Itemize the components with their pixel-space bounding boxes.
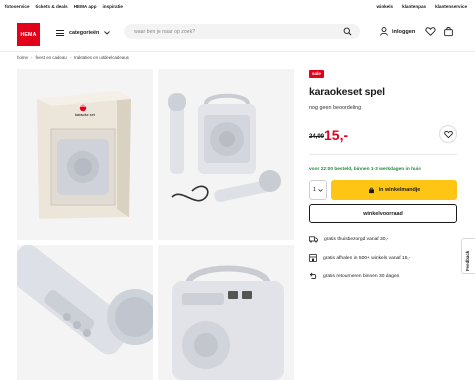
rating-text[interactable]: nog geen beoordeling — [309, 105, 361, 111]
karaoke-set-illustration — [168, 93, 281, 202]
topbar-link-klantenservice[interactable]: klantenservice — [435, 4, 467, 9]
usp-text: gratis thuisbezorgd vanaf 30,- — [324, 237, 389, 242]
logo-text: HEMA — [20, 31, 37, 38]
shopping-bag-icon — [368, 187, 374, 193]
store-stock-button[interactable]: winkelvoorraad — [309, 204, 457, 223]
karaoke-box-illustration — [37, 91, 131, 219]
hamburger-icon — [56, 30, 64, 36]
usp-item: gratis thuisbezorgd vanaf 30,- — [309, 236, 388, 243]
user-icon — [380, 27, 388, 36]
login-label: inloggen — [392, 28, 416, 35]
feedback-label: Feedback — [465, 250, 470, 271]
search-input[interactable] — [134, 24, 334, 39]
topbar-link-winkels[interactable]: winkels — [376, 4, 393, 9]
return-icon — [309, 272, 317, 280]
feedback-tab[interactable]: Feedback — [461, 238, 475, 274]
breadcrumb: home › feest en cadeau › traktaties en u… — [17, 55, 129, 60]
speaker-closeup-illustration — [172, 265, 284, 380]
hema-logo[interactable]: HEMA — [17, 23, 40, 46]
sale-price: 15,- — [324, 127, 349, 143]
heart-icon — [444, 130, 453, 139]
divider — [309, 154, 457, 155]
topbar-link-hema-app[interactable]: HEMA app — [74, 4, 97, 9]
product-image-box[interactable]: karaoke set HEMA — [17, 69, 153, 240]
top-bar: fotoservice tickets & deals HEMA app ins… — [0, 0, 475, 14]
product-title: karaokeset spel — [309, 86, 385, 98]
topbar-link-tickets-deals[interactable]: tickets & deals — [36, 4, 68, 9]
topbar-link-fotoservice[interactable]: fotoservice — [5, 4, 30, 9]
heart-icon[interactable] — [425, 26, 436, 37]
usp-item: gratis retourneren binnen 30 dagen — [309, 272, 399, 280]
truck-icon — [309, 236, 318, 243]
favorite-button[interactable] — [439, 125, 457, 143]
search-icon[interactable] — [343, 27, 352, 36]
microphone-closeup-illustration — [17, 245, 153, 355]
old-price: 24,99 — [309, 134, 325, 140]
breadcrumb-separator: › — [30, 55, 33, 60]
breadcrumb-traktaties[interactable]: traktaties en uitdeelcadeaus — [74, 55, 129, 60]
search-bar — [124, 24, 360, 39]
chevron-down-icon — [318, 188, 323, 192]
product-image-mic-closeup[interactable] — [17, 245, 153, 380]
usp-text: gratis afhalen in 500+ winkels vanaf 15,… — [323, 255, 411, 261]
categories-label: categorieën — [69, 30, 100, 36]
main-header: HEMA categorieën inloggen — [0, 14, 475, 52]
add-to-cart-button[interactable]: in winkelmandje — [331, 180, 457, 200]
quantity-select[interactable]: 1 — [309, 180, 327, 200]
add-to-cart-label: in winkelmandje — [378, 187, 421, 193]
login-button[interactable]: inloggen — [380, 27, 415, 36]
box-label: karaoke set — [75, 113, 95, 117]
categories-button[interactable]: categorieën — [56, 27, 111, 39]
sale-badge: sale — [309, 70, 324, 78]
usp-text: gratis retourneren binnen 30 dagen — [323, 273, 400, 279]
breadcrumb-feest-en-cadeau[interactable]: feest en cadeau — [35, 55, 66, 60]
chevron-down-icon — [104, 31, 111, 35]
breadcrumb-home[interactable]: home — [17, 55, 28, 60]
box-logo: HEMA — [79, 105, 87, 108]
shopping-bag-icon[interactable] — [443, 26, 454, 37]
product-image-speaker-closeup[interactable] — [158, 245, 294, 380]
usp-item: gratis afhalen in 500+ winkels vanaf 15,… — [309, 254, 410, 262]
topbar-link-inspiratie[interactable]: inspiratie — [103, 4, 123, 9]
topbar-link-klantenpas[interactable]: klantenpas — [402, 4, 426, 9]
product-image-set[interactable] — [158, 69, 294, 240]
store-icon — [309, 254, 317, 262]
breadcrumb-separator: › — [69, 55, 72, 60]
store-stock-label: winkelvoorraad — [363, 210, 403, 217]
quantity-value: 1 — [313, 187, 316, 193]
delivery-text: voor 22:00 besteld, binnen 1-3 werkdagen… — [309, 167, 421, 172]
